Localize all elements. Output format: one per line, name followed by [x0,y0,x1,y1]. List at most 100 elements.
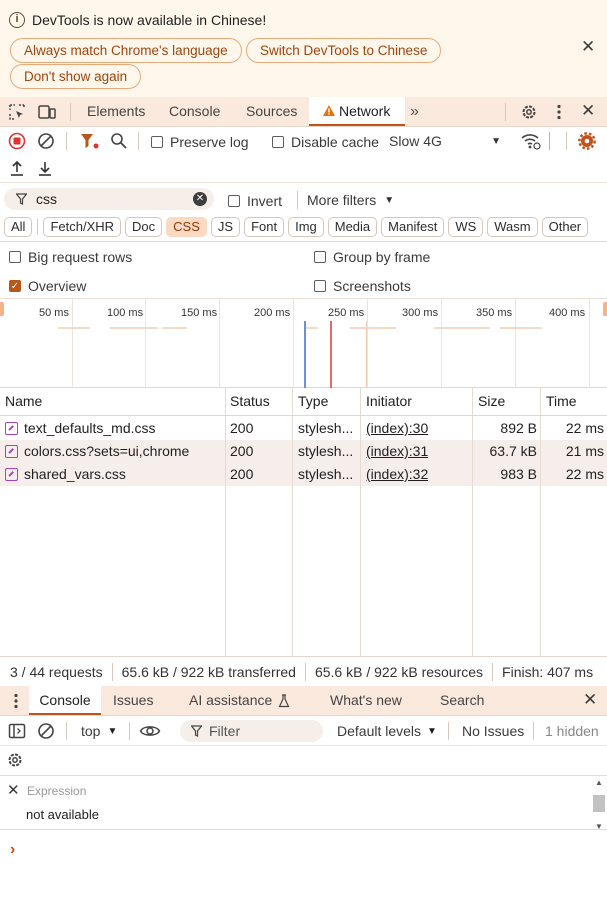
column-type-header[interactable]: Type [293,388,328,415]
tab-elements[interactable]: Elements [87,97,145,126]
group-by-frame-checkbox[interactable]: Group by frame [314,249,430,265]
big-request-rows-checkbox[interactable]: Big request rows [9,249,132,265]
inspect-element-icon[interactable] [8,103,26,121]
scroll-down-arrow-icon[interactable]: ▼ [595,822,603,831]
range-handle-left[interactable] [0,302,4,316]
drawer-menu-icon[interactable] [13,692,19,710]
column-initiator-header[interactable]: Initiator [361,388,412,415]
drawer-tab-ai-assistance[interactable]: AI assistance [189,686,290,715]
column-time-header[interactable]: Time [541,388,577,415]
type-wasm[interactable]: Wasm [487,217,538,237]
resources-size: 65.6 kB / 922 kB resources [314,663,484,680]
invert-checkbox[interactable]: Invert [228,193,282,209]
type-media[interactable]: Media [327,217,378,237]
import-har-icon[interactable] [9,160,25,177]
request-initiator-link[interactable]: (index):32 [366,463,428,486]
console-filter-input[interactable]: Filter [180,720,323,742]
type-fetch-xhr[interactable]: Fetch/XHR [43,217,122,237]
drawer-tab-console[interactable]: Console [29,686,101,715]
live-expression-eye-icon[interactable] [139,723,161,739]
preserve-log-checkbox[interactable]: Preserve log [151,134,249,150]
close-drawer-icon[interactable]: ✕ [583,691,597,708]
type-js[interactable]: JS [210,217,241,237]
context-selector[interactable]: top ▼ [81,723,117,739]
expression-scrollbar[interactable]: ▲ ▼ [593,778,605,831]
expression-result: not available [26,807,99,822]
more-filters-dropdown[interactable]: More filters ▼ [307,192,394,208]
grid-line [293,299,294,388]
sidebar-toggle-icon[interactable] [8,722,26,740]
column-divider[interactable] [225,388,226,656]
expression-input[interactable]: Expression [27,784,86,798]
range-handle-right[interactable] [603,302,607,316]
network-settings-gear-icon[interactable] [578,132,596,150]
type-font[interactable]: Font [244,217,285,237]
remove-expression-icon[interactable]: ✕ [7,783,20,799]
column-divider[interactable] [360,388,361,656]
overview-checkbox[interactable]: ✓ Overview [9,278,86,294]
table-row[interactable]: colors.css?sets=ui,chrome 200 stylesh...… [0,440,607,463]
always-match-language-button[interactable]: Always match Chrome's language [10,38,242,63]
disable-cache-box[interactable] [272,136,284,148]
column-divider[interactable] [472,388,473,656]
device-toolbar-icon[interactable] [37,103,57,121]
stop-recording-icon[interactable] [8,132,26,150]
throttling-select[interactable]: Slow 4G ▼ [389,133,501,149]
kebab-menu-icon[interactable] [556,103,562,121]
settings-gear-icon[interactable] [520,103,538,121]
tab-sources[interactable]: Sources [246,97,297,126]
filter-funnel-icon[interactable] [80,132,100,150]
type-all[interactable]: All [4,217,33,237]
console-settings-gear-icon[interactable] [6,751,24,769]
close-devtools-icon[interactable]: ✕ [581,102,595,119]
overview-box[interactable]: ✓ [9,280,21,292]
tab-console[interactable]: Console [169,97,220,126]
console-input[interactable] [26,840,596,860]
type-manifest[interactable]: Manifest [381,217,445,237]
request-initiator-link[interactable]: (index):30 [366,417,428,440]
column-status-header[interactable]: Status [225,388,270,415]
log-levels-dropdown[interactable]: Default levels ▼ [337,723,437,739]
column-divider[interactable] [292,388,293,656]
switch-to-chinese-button[interactable]: Switch DevTools to Chinese [246,38,442,63]
clear-filter-icon[interactable]: ✕ [193,192,207,206]
screenshots-checkbox[interactable]: Screenshots [314,278,411,294]
scrollbar-thumb[interactable] [593,795,605,812]
table-row[interactable]: text_defaults_md.css 200 stylesh... (ind… [0,417,607,440]
invert-box[interactable] [228,195,240,207]
request-time: 22 ms [565,420,604,436]
preserve-log-box[interactable] [151,136,163,148]
table-row[interactable]: shared_vars.css 200 stylesh... (index):3… [0,463,607,486]
search-icon[interactable] [110,132,128,150]
issues-count[interactable]: No Issues [462,723,524,739]
type-doc[interactable]: Doc [125,217,163,237]
column-name-header[interactable]: Name [0,388,42,415]
type-other[interactable]: Other [541,217,589,237]
column-size-header[interactable]: Size [473,388,505,415]
type-img[interactable]: Img [288,217,324,237]
type-css[interactable]: CSS [166,217,207,237]
timeline-overview[interactable]: 50 ms 100 ms 150 ms 200 ms 250 ms 300 ms… [0,298,607,388]
tab-network[interactable]: Network [309,97,405,126]
scroll-up-arrow-icon[interactable]: ▲ [595,778,603,787]
disable-cache-checkbox[interactable]: Disable cache [272,134,379,150]
drawer-tab-whats-new[interactable]: What's new [330,686,402,715]
group-by-frame-box[interactable] [314,251,326,263]
request-size: 892 B [500,420,537,436]
network-conditions-icon[interactable] [520,131,542,151]
close-infobar-icon[interactable]: ✕ [581,38,595,55]
request-status: 200 [230,420,254,436]
screenshots-box[interactable] [314,280,326,292]
drawer-tab-issues[interactable]: Issues [113,686,153,715]
filter-input[interactable]: css ✕ [4,188,214,210]
column-divider[interactable] [540,388,541,656]
big-request-rows-box[interactable] [9,251,21,263]
type-ws[interactable]: WS [448,217,484,237]
request-initiator-link[interactable]: (index):31 [366,440,428,463]
drawer-tab-search[interactable]: Search [440,686,484,715]
more-tabs-icon[interactable]: » [410,97,419,126]
clear-console-icon[interactable] [37,722,55,740]
clear-icon[interactable] [37,132,55,150]
dont-show-again-button[interactable]: Don't show again [10,64,142,89]
export-har-icon[interactable] [37,160,53,177]
